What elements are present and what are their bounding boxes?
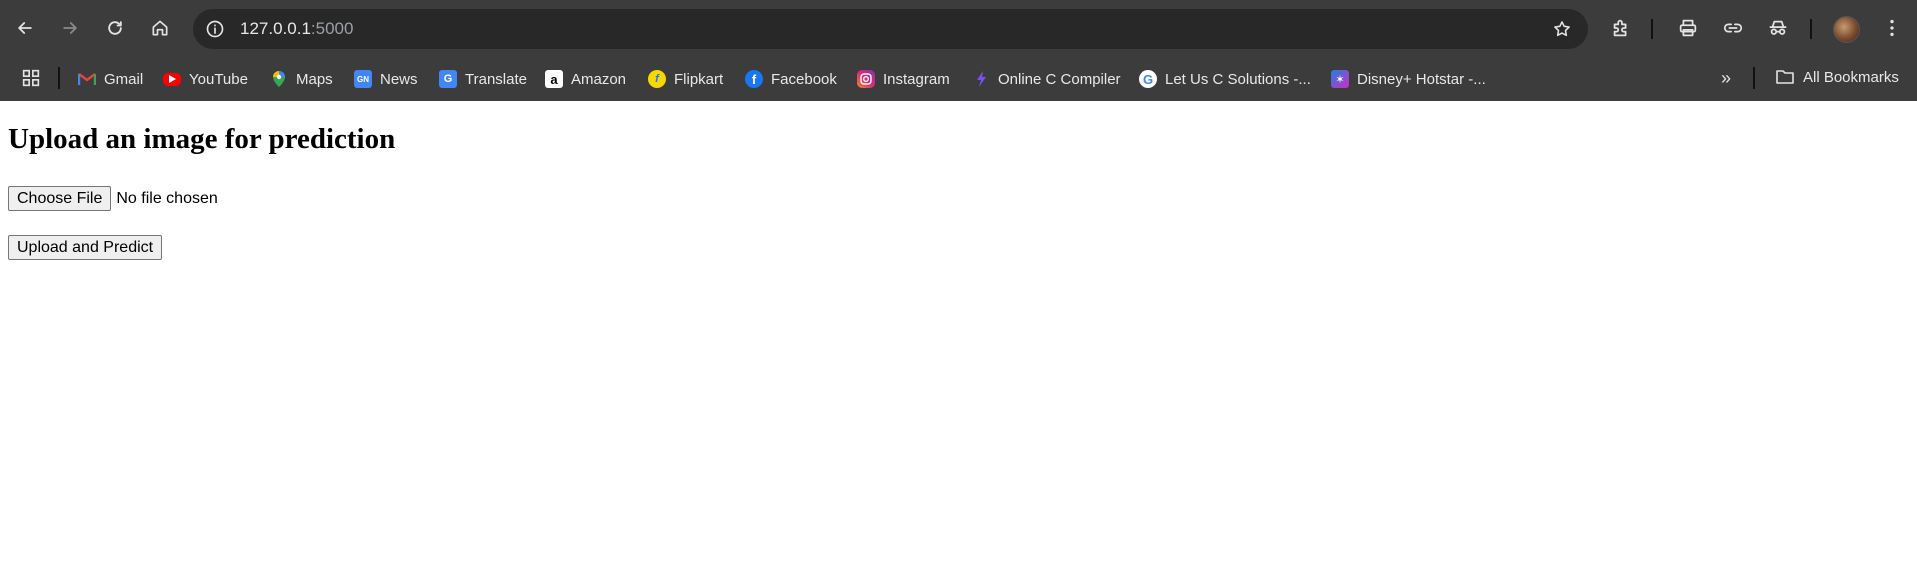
- file-status-text: No file chosen: [116, 189, 218, 207]
- incognito-button[interactable]: [1764, 14, 1792, 42]
- bookmark-amazon[interactable]: a Amazon: [545, 68, 626, 90]
- print-button[interactable]: [1674, 14, 1702, 42]
- bookmark-let-us-c[interactable]: G Let Us C Solutions -...: [1139, 68, 1311, 90]
- compiler-icon: [972, 70, 990, 88]
- puzzle-icon: [1613, 19, 1627, 37]
- flipkart-icon: f: [648, 70, 666, 88]
- folder-icon: [1776, 70, 1794, 84]
- bookmark-facebook[interactable]: f Facebook: [745, 68, 837, 90]
- maps-icon: [270, 70, 288, 88]
- choose-file-button[interactable]: Choose File: [8, 186, 112, 211]
- translate-icon: G: [439, 70, 457, 88]
- bookmarks-divider: [58, 67, 60, 89]
- reload-icon: [108, 21, 122, 35]
- info-icon: [206, 20, 224, 38]
- upload-and-predict-button[interactable]: Upload and Predict: [8, 235, 163, 260]
- bookmark-maps[interactable]: Maps: [270, 68, 333, 90]
- url-host: 127.0.0.1: [240, 19, 311, 38]
- page-title: Upload an image for prediction: [8, 123, 396, 155]
- chevron-double-right-icon[interactable]: »: [1716, 68, 1736, 88]
- youtube-icon: [163, 72, 181, 86]
- bookmark-label: News: [380, 70, 418, 88]
- bookmark-online-c-compiler[interactable]: Online C Compiler: [972, 68, 1121, 90]
- share-link-button[interactable]: [1719, 14, 1747, 42]
- all-bookmarks-button[interactable]: All Bookmarks: [1775, 68, 1899, 86]
- bookmark-label: Flipkart: [674, 70, 724, 88]
- home-icon: [152, 20, 168, 36]
- bookmark-label: Disney+ Hotstar -...: [1357, 70, 1486, 88]
- profile-avatar[interactable]: [1833, 16, 1860, 43]
- bookmark-youtube[interactable]: YouTube: [163, 68, 248, 90]
- bookmark-instagram[interactable]: Instagram: [857, 68, 950, 90]
- bookmark-label: Online C Compiler: [998, 70, 1121, 88]
- forward-button[interactable]: [54, 12, 86, 44]
- page-content: Upload an image for prediction Choose Fi…: [0, 101, 1917, 570]
- bookmark-label: Facebook: [771, 70, 837, 88]
- all-bookmarks-label: All Bookmarks: [1803, 68, 1899, 86]
- bookmark-label: Let Us C Solutions -...: [1165, 70, 1311, 88]
- hotstar-icon: ✶: [1331, 70, 1349, 88]
- back-button[interactable]: [9, 12, 41, 44]
- news-icon: GN: [354, 70, 372, 88]
- apps-grid-icon[interactable]: [20, 67, 42, 89]
- amazon-icon: a: [545, 70, 563, 88]
- browser-toolbar: 127.0.0.1:5000: [0, 0, 1917, 57]
- kebab-menu-icon: [1890, 19, 1894, 37]
- arrow-left-icon: [18, 22, 32, 34]
- bookmarks-bar: Gmail YouTube Maps GN News G Translate a…: [0, 57, 1917, 101]
- incognito-icon: [1769, 20, 1787, 35]
- submit-row: Upload and Predict: [8, 235, 163, 260]
- google-icon: G: [1139, 70, 1157, 88]
- gmail-icon: [78, 70, 96, 88]
- browser-chrome: 127.0.0.1:5000 Gmail YouTube Maps GN New…: [0, 0, 1917, 101]
- bookmark-label: Amazon: [571, 70, 627, 88]
- site-info-button[interactable]: [203, 17, 227, 41]
- facebook-icon: f: [745, 70, 763, 88]
- bookmark-star-button[interactable]: [1550, 17, 1574, 41]
- bookmark-flipkart[interactable]: f Flipkart: [648, 68, 723, 90]
- toolbar-divider: [1810, 19, 1812, 39]
- bookmark-label: YouTube: [189, 70, 248, 88]
- url-port: :5000: [310, 19, 354, 38]
- address-bar[interactable]: 127.0.0.1:5000: [193, 9, 1588, 49]
- arrow-right-icon: [63, 22, 77, 34]
- toolbar-divider: [1651, 19, 1653, 39]
- bookmark-label: Translate: [465, 70, 527, 88]
- bookmark-label: Gmail: [104, 70, 144, 88]
- link-icon: [1723, 23, 1743, 33]
- bookmark-label: Maps: [296, 70, 333, 88]
- bookmarks-divider: [1753, 67, 1755, 89]
- bookmark-translate[interactable]: G Translate: [439, 68, 527, 90]
- url-text[interactable]: 127.0.0.1:5000: [240, 19, 353, 39]
- bookmark-gmail[interactable]: Gmail: [78, 68, 143, 90]
- bookmark-label: Instagram: [883, 70, 950, 88]
- printer-icon: [1679, 19, 1697, 37]
- home-button[interactable]: [144, 12, 176, 44]
- file-input[interactable]: Choose File No file chosen: [8, 186, 218, 211]
- reload-button[interactable]: [99, 12, 131, 44]
- star-icon: [1554, 21, 1570, 37]
- instagram-icon: [857, 70, 875, 88]
- browser-menu-button[interactable]: [1878, 14, 1906, 42]
- bookmark-news[interactable]: GN News: [354, 68, 418, 90]
- bookmark-disney-hotstar[interactable]: ✶ Disney+ Hotstar -...: [1331, 68, 1486, 90]
- extensions-button[interactable]: [1607, 14, 1635, 42]
